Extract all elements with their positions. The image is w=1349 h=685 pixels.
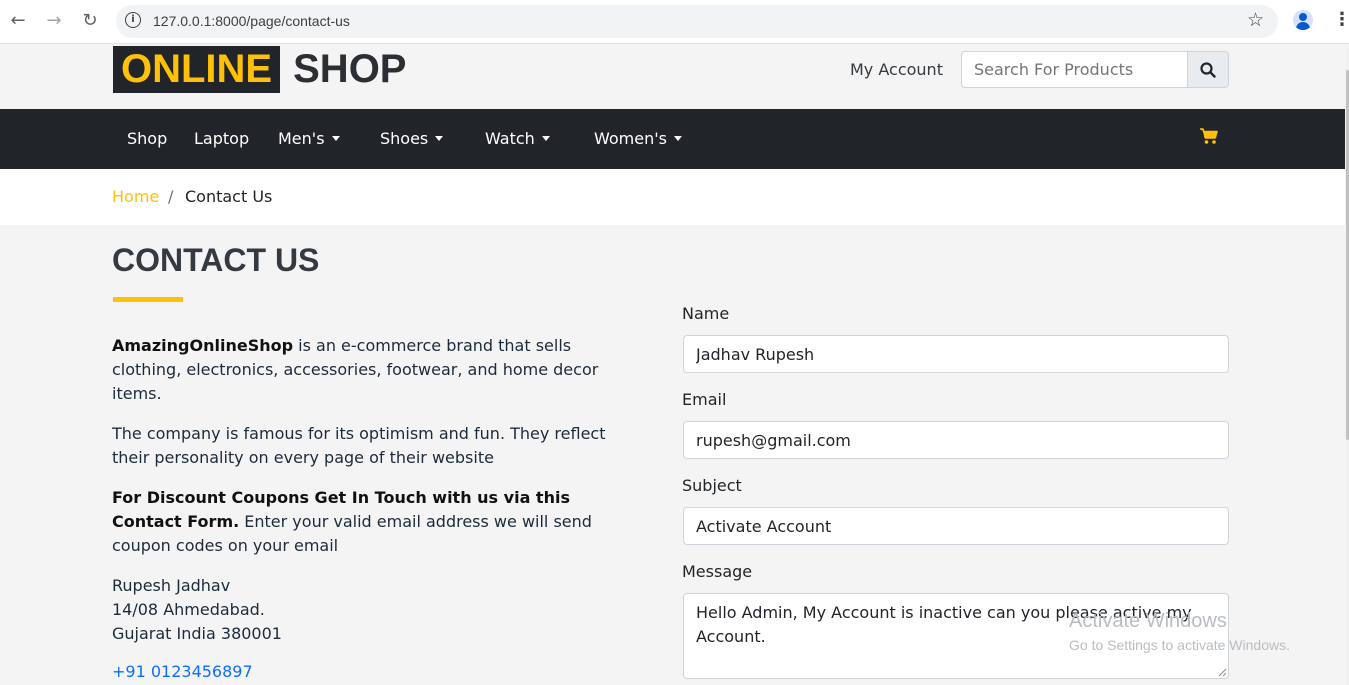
address-name: Rupesh Jadhav bbox=[112, 576, 231, 595]
cart-button[interactable] bbox=[1199, 127, 1219, 149]
about-paragraph: The company is famous for its optimism a… bbox=[112, 424, 606, 467]
my-account-link[interactable]: My Account bbox=[850, 60, 943, 79]
message-textarea[interactable]: Hello Admin, My Account is inactive can … bbox=[683, 593, 1229, 679]
intro-paragraph: AmazingOnlineShop is an e-commerce brand… bbox=[112, 334, 622, 406]
logo-highlight: ONLINE bbox=[113, 46, 281, 93]
nav-shop[interactable]: Shop bbox=[127, 129, 167, 148]
promo-paragraph: For Discount Coupons Get In Touch with u… bbox=[112, 486, 622, 558]
page-title: CONTACT US bbox=[112, 242, 320, 278]
nav-mens-dropdown[interactable]: Men's bbox=[278, 129, 340, 148]
nav-womens-dropdown[interactable]: Women's bbox=[594, 129, 682, 148]
email-label: Email bbox=[682, 390, 727, 409]
search-input[interactable] bbox=[961, 51, 1187, 88]
site-info-icon[interactable]: i bbox=[125, 12, 141, 28]
nav-watch-dropdown[interactable]: Watch bbox=[485, 129, 550, 148]
reload-icon[interactable]: ↻ bbox=[79, 10, 101, 32]
more-menu-icon[interactable]: ⋮ bbox=[1333, 10, 1349, 30]
logo-text: SHOP bbox=[293, 47, 407, 91]
message-label: Message bbox=[682, 562, 753, 581]
address-url[interactable]: 127.0.0.1:8000/page/contact-us bbox=[153, 13, 350, 29]
nav-laptop[interactable]: Laptop bbox=[194, 129, 249, 148]
phone-link[interactable]: +91 0123456897 bbox=[112, 662, 253, 681]
cart-icon bbox=[1200, 128, 1218, 144]
back-arrow-icon[interactable]: ← bbox=[7, 10, 29, 32]
address-line-2: Gujarat India 380001 bbox=[112, 624, 282, 643]
breadcrumb-home-link[interactable]: Home bbox=[112, 187, 159, 206]
address-block: Rupesh Jadhav 14/08 Ahmedabad. Gujarat I… bbox=[112, 574, 622, 646]
site-header: ONLINE SHOP My Account bbox=[0, 44, 1349, 109]
subject-label: Subject bbox=[682, 476, 742, 495]
subject-field[interactable] bbox=[683, 507, 1229, 545]
search-icon bbox=[1200, 61, 1216, 78]
bookmark-star-icon[interactable]: ☆ bbox=[1247, 9, 1264, 31]
breadcrumb: Home / Contact Us bbox=[0, 169, 1345, 225]
breadcrumb-current: Contact Us bbox=[185, 187, 273, 206]
search-button[interactable] bbox=[1187, 51, 1229, 88]
address-line-1: 14/08 Ahmedabad. bbox=[112, 600, 265, 619]
profile-avatar-icon[interactable] bbox=[1293, 10, 1313, 30]
brand-name: AmazingOnlineShop bbox=[112, 336, 294, 355]
name-label: Name bbox=[682, 304, 730, 323]
main-navbar: Shop Laptop Men's Shoes Watch Women's bbox=[0, 109, 1345, 169]
site-logo[interactable]: ONLINE SHOP bbox=[113, 46, 406, 93]
resize-grip-icon[interactable] bbox=[1217, 667, 1227, 677]
address-bar[interactable]: i 127.0.0.1:8000/page/contact-us ☆ bbox=[116, 5, 1278, 38]
search-form bbox=[961, 51, 1229, 88]
breadcrumb-separator: / bbox=[168, 187, 174, 206]
name-field[interactable] bbox=[683, 335, 1229, 373]
browser-toolbar: ← → ↻ i 127.0.0.1:8000/page/contact-us ☆… bbox=[0, 0, 1349, 44]
email-field[interactable] bbox=[683, 421, 1229, 459]
title-underline bbox=[113, 297, 183, 302]
forward-arrow-icon[interactable]: → bbox=[43, 10, 65, 32]
nav-shoes-dropdown[interactable]: Shoes bbox=[380, 129, 443, 148]
